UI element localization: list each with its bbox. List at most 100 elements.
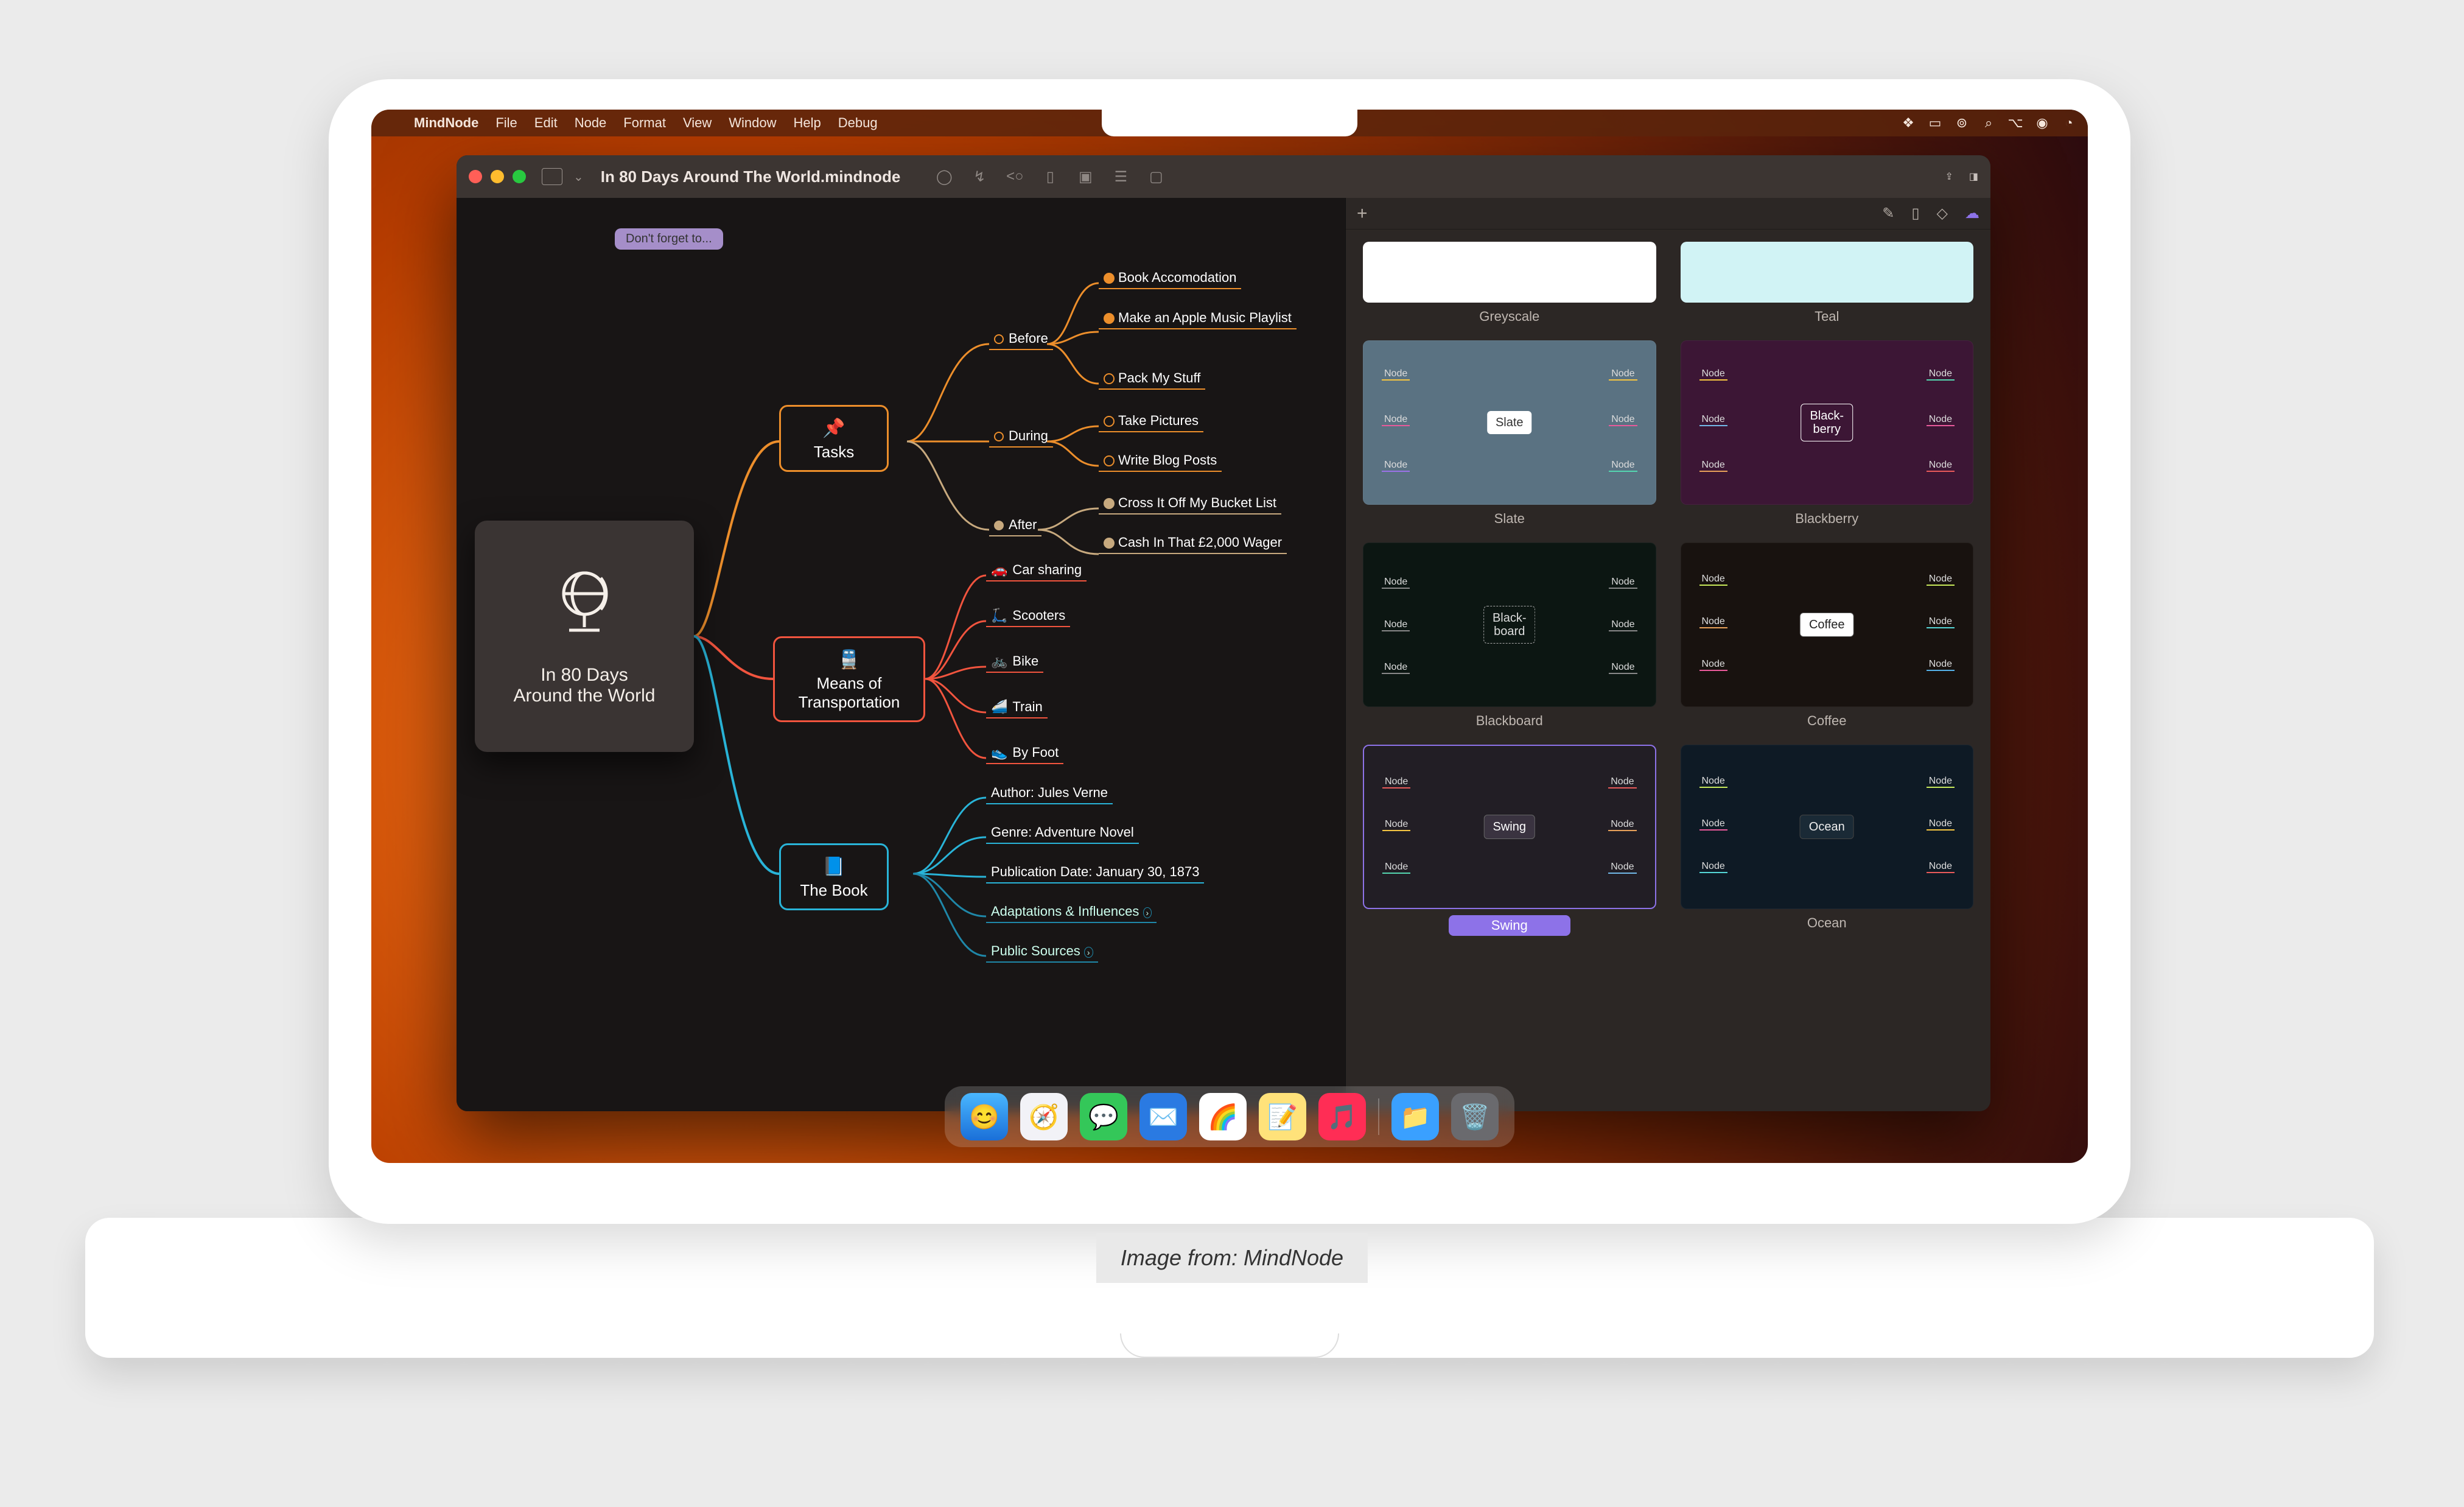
leaf-adaptations[interactable]: Adaptations & Influences › [986,901,1157,923]
toolbar-focus-icon[interactable]: ▢ [1147,168,1164,185]
apple-menu-icon[interactable] [383,116,397,130]
toolbar-outline-icon[interactable]: ☰ [1112,168,1129,185]
theme-slate[interactable]: Slate Node Node Node Node Node Node [1363,340,1656,527]
share-icon[interactable]: ⇪ [1945,170,1953,183]
sub-before-label: Before [1009,331,1048,346]
themes-grid[interactable]: Greyscale Teal Slate Node Node [1346,230,1990,948]
dock-downloads-folder[interactable]: 📁 [1391,1093,1439,1140]
status-wifi-icon[interactable]: ⊚ [1955,116,1969,130]
menubar-item-node[interactable]: Node [575,115,607,131]
theme-greyscale[interactable]: Greyscale [1363,242,1656,325]
leaf-train[interactable]: 🚄Train [986,697,1048,718]
display-notch [1102,110,1357,136]
central-node[interactable]: In 80 Days Around the World [475,521,694,752]
document-title: In 80 Days Around The World.mindnode [601,167,901,186]
leaf-carsharing[interactable]: 🚗Car sharing [986,560,1087,581]
leaf-scooters[interactable]: 🛴Scooters [986,605,1070,627]
menubar-item-window[interactable]: Window [729,115,776,131]
theme-blackberry-label: Blackberry [1681,511,1974,527]
dock-app-notes[interactable]: 📝 [1259,1093,1306,1140]
theme-coffee[interactable]: Coffee Node Node Node Node Node Node [1681,543,1974,729]
leaf-bike[interactable]: 🚲Bike [986,651,1043,673]
globe-icon [551,566,618,653]
laptop-screen: MindNode File Edit Node Format View Wind… [371,110,2088,1163]
theme-ocean[interactable]: Ocean Node Node Node Node Node Node [1681,745,1974,936]
leaf-foot[interactable]: 👟By Foot [986,742,1063,764]
dock-app-messages[interactable]: 💬 [1080,1093,1127,1140]
leaf-playlist[interactable]: Make an Apple Music Playlist [1099,307,1297,329]
transport-icon: 🚆 [791,649,908,670]
theme-blackboard[interactable]: Black-board Node Node Node Node Node Nod… [1363,543,1656,729]
sub-before[interactable]: Before [989,328,1053,350]
leaf-pubdate[interactable]: Publication Date: January 30, 1873 [986,862,1204,883]
menubar-item-format[interactable]: Format [623,115,666,131]
menubar-item-debug[interactable]: Debug [838,115,878,131]
macos-dock: 😊 🧭 💬 ✉️ 🌈 📝 🎵 📁 🗑️ [945,1086,1514,1147]
leaf-author[interactable]: Author: Jules Verne [986,782,1113,804]
toolbar-images-icon[interactable]: ▣ [1077,168,1094,185]
sidebar-toggle-icon[interactable] [542,168,562,185]
status-spotlight-icon[interactable]: ⌕ [1982,116,1995,130]
toolbar-note-icon[interactable]: ▯ [1041,168,1059,185]
sub-during[interactable]: During [989,426,1053,448]
styles-tag-icon[interactable]: ◇ [1937,205,1948,222]
menubar-app-name[interactable]: MindNode [414,115,478,131]
theme-greyscale-preview [1363,242,1656,303]
car-icon: 🚗 [991,562,1007,577]
dock-app-safari[interactable]: 🧭 [1020,1093,1068,1140]
leaf-crossoff[interactable]: Cross It Off My Bucket List [1099,493,1281,515]
dock-app-music[interactable]: 🎵 [1318,1093,1366,1140]
book-icon: 📘 [797,856,871,877]
status-siri-icon[interactable]: ◉ [2035,116,2049,130]
theme-teal[interactable]: Teal [1681,242,1974,325]
theme-blackberry[interactable]: Black-berry Node Node Node Node Node Nod… [1681,340,1974,527]
status-battery-icon[interactable]: ▭ [1928,116,1942,130]
menubar-item-help[interactable]: Help [794,115,821,131]
status-leaf-icon[interactable]: ❖ [1902,116,1915,130]
menubar-item-view[interactable]: View [683,115,712,131]
node-tasks[interactable]: 📌 Tasks [779,405,889,472]
toolbar-record-icon[interactable]: ◯ [936,168,953,185]
node-means[interactable]: 🚆 Means of Transportation [773,636,925,722]
theme-slate-label: Slate [1363,511,1656,527]
bike-icon: 🚲 [991,653,1007,669]
leaf-blog[interactable]: Write Blog Posts [1099,450,1222,472]
sticky-note[interactable]: Don't forget to... [615,228,723,250]
styles-pencil-icon[interactable]: ✎ [1882,205,1894,222]
menubar-item-file[interactable]: File [495,115,517,131]
theme-swing[interactable]: Swing Node Node Node Node Node Node [1363,745,1656,936]
titlebar-chevron-icon[interactable]: ⌄ [573,169,584,184]
status-controlcenter-icon[interactable]: ⌥ [2009,116,2022,130]
menubar-item-edit[interactable]: Edit [534,115,558,131]
dock-trash[interactable]: 🗑️ [1451,1093,1499,1140]
theme-teal-preview [1681,242,1974,303]
sub-after[interactable]: After [989,515,1041,536]
leaf-pack[interactable]: Pack My Stuff [1099,368,1205,390]
theme-coffee-preview: Coffee Node Node Node Node Node Node [1681,543,1974,707]
leaf-pictures[interactable]: Take Pictures [1099,410,1203,432]
fullscreen-button[interactable] [513,170,526,183]
dock-app-finder[interactable]: 😊 [961,1093,1008,1140]
inspector-toggle-icon[interactable]: ◨ [1969,170,1978,183]
theme-ocean-label: Ocean [1681,915,1974,931]
mindmap-canvas[interactable]: Don't forget to... [457,198,1345,1111]
status-clock-icon[interactable]: ◔ [2062,116,2076,130]
leaf-book-accom[interactable]: Book Accomodation [1099,267,1241,289]
node-book[interactable]: 📘 The Book [779,843,889,910]
theme-blackboard-preview: Black-board Node Node Node Node Node Nod… [1363,543,1656,707]
styles-theme-icon[interactable]: ☁ [1965,205,1979,222]
dock-app-mail[interactable]: ✉️ [1139,1093,1187,1140]
scooter-icon: 🛴 [991,608,1007,623]
toolbar-undo-icon[interactable]: <○ [1006,168,1023,185]
dock-app-mindnode[interactable]: 🌈 [1199,1093,1247,1140]
close-button[interactable] [469,170,482,183]
minimize-button[interactable] [491,170,504,183]
window-titlebar[interactable]: ⌄ In 80 Days Around The World.mindnode ◯… [457,155,1990,198]
leaf-genre[interactable]: Genre: Adventure Novel [986,822,1139,844]
styles-note-icon[interactable]: ▯ [1911,205,1919,222]
image-caption: Image from: MindNode [1096,1233,1368,1283]
toolbar-connection-icon[interactable]: ↯ [971,168,988,185]
leaf-sources[interactable]: Public Sources › [986,941,1098,963]
add-theme-icon[interactable]: + [1357,203,1368,224]
leaf-wager[interactable]: Cash In That £2,000 Wager [1099,532,1287,554]
